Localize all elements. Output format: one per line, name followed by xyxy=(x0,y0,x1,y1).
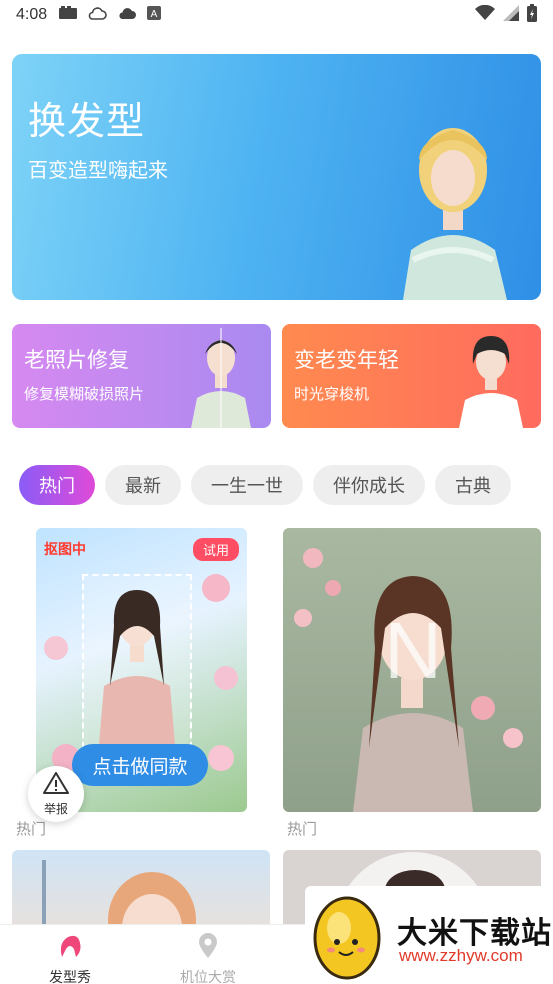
card-title: 变老变年轻 xyxy=(294,348,399,372)
tile-caption: 热门 xyxy=(287,820,318,838)
tab-lifetime[interactable]: 一生一世 xyxy=(191,465,303,505)
card-subtitle: 修复模糊破损照片 xyxy=(24,385,145,403)
cutout-status-label: 抠图中 xyxy=(44,542,86,558)
svg-text:A: A xyxy=(151,9,158,20)
card-subtitle: 时光穿梭机 xyxy=(294,385,370,403)
tile-caption: 热门 xyxy=(16,820,47,838)
cloud-outline-icon xyxy=(87,6,107,24)
hairstyle-banner[interactable]: 换发型 百变造型嗨起来 xyxy=(12,54,541,300)
status-bar: 4:08 A xyxy=(0,0,553,30)
card-model-image xyxy=(181,328,261,428)
cellular-signal-icon xyxy=(503,5,519,25)
tab-hot[interactable]: 热门 xyxy=(19,465,95,505)
cutout-frame xyxy=(82,574,192,758)
location-pin-icon xyxy=(198,933,218,963)
app-notification-icon: A xyxy=(147,6,162,24)
card-model-image xyxy=(451,328,531,428)
tab-classical[interactable]: 古典 xyxy=(435,465,511,505)
battery-icon xyxy=(527,4,537,26)
tile-photo: N xyxy=(294,548,523,812)
report-button[interactable]: 举报 xyxy=(28,766,84,822)
trial-badge: 试用 xyxy=(192,538,239,561)
wifi-icon xyxy=(475,4,495,25)
category-tabs: 热门 最新 一生一世 伴你成长 古典 xyxy=(19,465,511,505)
tab-growing-up[interactable]: 伴你成长 xyxy=(313,465,425,505)
nav-photo-spots[interactable]: 机位大赏 xyxy=(158,933,258,984)
video-icon xyxy=(59,6,78,24)
nav-label: 机位大赏 xyxy=(180,970,236,984)
template-tile[interactable] xyxy=(12,850,270,930)
svg-text:N: N xyxy=(384,606,442,695)
banner-subtitle: 百变造型嗨起来 xyxy=(28,158,168,182)
banner-model-image xyxy=(383,100,523,300)
card-title: 老照片修复 xyxy=(24,348,129,372)
tile-photo xyxy=(42,860,196,930)
site-watermark: 大米下载站 www.zzhyw.com xyxy=(305,886,553,984)
age-change-card[interactable]: 变老变年轻 时光穿梭机 xyxy=(282,324,541,428)
nav-label: 发型秀 xyxy=(49,970,91,984)
hair-icon xyxy=(56,933,84,963)
nav-hairstyle-show[interactable]: 发型秀 xyxy=(20,933,120,984)
cloud-icon xyxy=(117,6,137,24)
template-tile[interactable]: N xyxy=(283,528,541,812)
tab-latest[interactable]: 最新 xyxy=(105,465,181,505)
banner-title: 换发型 xyxy=(28,99,146,143)
report-label: 举报 xyxy=(43,801,68,816)
old-photo-restore-card[interactable]: 老照片修复 修复模糊破损照片 xyxy=(12,324,271,428)
rice-mascot-logo xyxy=(309,892,385,984)
warning-triangle-icon xyxy=(43,771,69,798)
status-time: 4:08 xyxy=(16,6,48,23)
watermark-url: www.zzhyw.com xyxy=(399,946,523,965)
make-same-button[interactable]: 点击做同款 xyxy=(72,744,208,786)
